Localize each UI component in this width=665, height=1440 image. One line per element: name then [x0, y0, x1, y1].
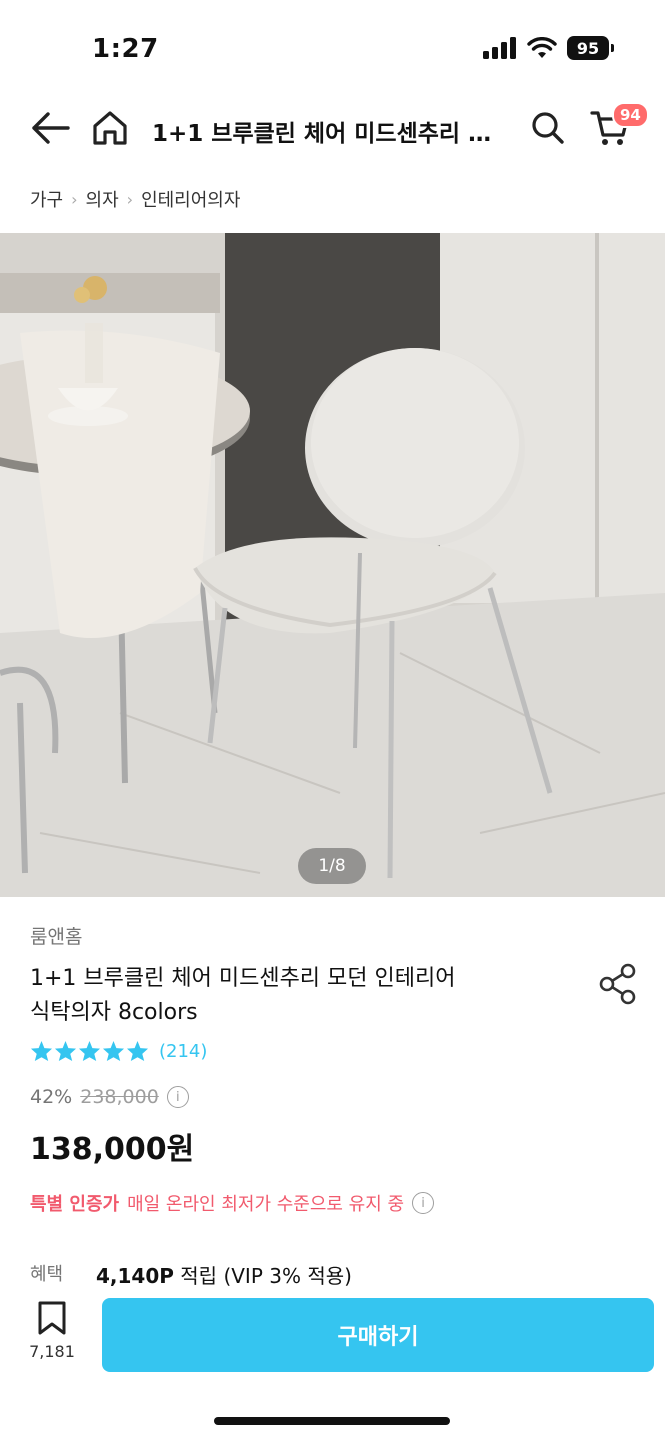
share-icon [599, 963, 636, 1005]
status-icons: 95 [483, 36, 614, 60]
chevron-right-icon: › [71, 189, 78, 209]
home-indicator [214, 1417, 450, 1425]
battery-icon: 95 [567, 36, 614, 60]
status-bar: 1:27 95 [0, 0, 665, 100]
sale-price: 138,000원 [30, 1132, 195, 1167]
breadcrumb-item-chair[interactable]: 의자 [86, 186, 119, 212]
breadcrumb: 가구 › 의자 › 인테리어의자 [30, 186, 240, 212]
star-icon [102, 1040, 125, 1062]
benefit-label: 혜택 [30, 1264, 64, 1285]
star-icon [126, 1040, 149, 1062]
home-button[interactable] [86, 104, 134, 152]
product-title-line-1: 1+1 브루클린 체어 미드센추리 모던 인테리어 [30, 966, 456, 991]
status-time: 1:27 [92, 34, 159, 64]
discount-row: 42% 238,000 i [30, 1086, 189, 1108]
search-icon [532, 112, 564, 144]
special-price-text: 매일 온라인 최저가 수준으로 유지 중 [127, 1194, 405, 1215]
product-title-line-2: 식탁의자 8colors [30, 1000, 198, 1025]
bookmark-button[interactable]: 7,181 [26, 1300, 78, 1370]
chevron-right-icon: › [126, 189, 134, 209]
back-button[interactable] [26, 104, 74, 152]
back-arrow-icon [32, 112, 70, 144]
gallery-page-indicator: 1/8 [298, 848, 366, 884]
review-count: (214) [159, 1040, 208, 1062]
bookmark-count: 7,181 [29, 1342, 75, 1361]
special-price-notice: 특별 인증가 매일 온라인 최저가 수준으로 유지 중 i [30, 1190, 435, 1216]
benefit-value: 4,140P 적립 (VIP 3% 적용) [96, 1260, 352, 1289]
special-price-label: 특별 인증가 [30, 1194, 120, 1215]
top-navigation: 1+1 브루클린 체어 미드센추리 모던 인테리어 식탁의자 8colors [0, 100, 665, 160]
chair-photo [0, 233, 665, 897]
info-icon[interactable]: i [166, 1086, 189, 1108]
breadcrumb-item-furniture[interactable]: 가구 [30, 186, 63, 212]
battery-level: 95 [576, 38, 600, 58]
star-icon [54, 1040, 77, 1062]
rating-stars [30, 1040, 149, 1062]
breadcrumb-item-interior-chair[interactable]: 인테리어의자 [141, 186, 240, 212]
benefit-points: 4,140P [96, 1264, 174, 1288]
info-icon[interactable]: i [412, 1192, 435, 1214]
brand-name[interactable]: 룸앤홈 [30, 922, 82, 949]
bookmark-icon [38, 1301, 66, 1335]
wifi-icon [527, 37, 557, 58]
benefit-text: 적립 (VIP 3% 적용) [180, 1264, 352, 1288]
star-icon [78, 1040, 101, 1062]
share-button[interactable] [594, 960, 642, 1008]
star-icon [30, 1040, 53, 1062]
cellular-signal-icon [483, 37, 516, 59]
buy-button[interactable]: 구매하기 [102, 1298, 654, 1372]
discount-rate: 42% [30, 1086, 73, 1108]
cart-count-badge: 94 [612, 102, 649, 128]
original-price: 238,000 [80, 1086, 159, 1108]
product-title: 1+1 브루클린 체어 미드센추리 모던 인테리어 식탁의자 8colors [30, 962, 550, 1030]
page-title: 1+1 브루클린 체어 미드센추리 모던 인테리어 식탁의자 8colors [152, 121, 512, 147]
search-button[interactable] [524, 104, 572, 152]
product-image[interactable] [0, 233, 665, 897]
rating-row[interactable]: (214) [30, 1040, 207, 1062]
home-icon [93, 111, 127, 145]
